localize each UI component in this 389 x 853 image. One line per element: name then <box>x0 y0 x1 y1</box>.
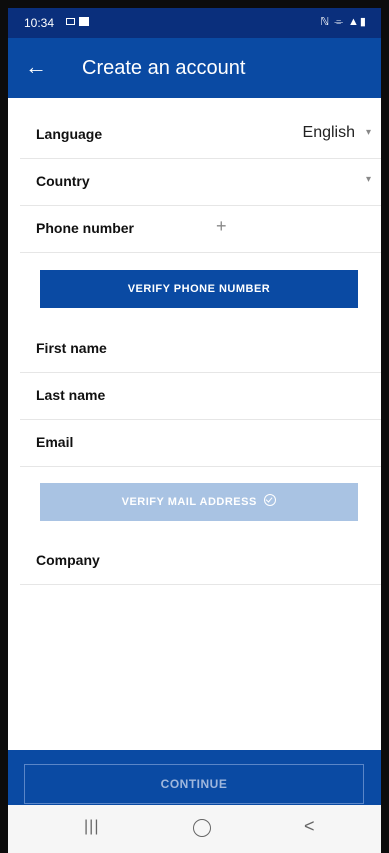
verify-phone-button[interactable]: VERIFY PHONE NUMBER <box>40 270 358 308</box>
chevron-down-icon: ▾ <box>365 174 371 185</box>
continue-button[interactable]: CONTINUE <box>24 764 364 804</box>
status-time: 10:34 <box>24 16 55 30</box>
back-arrow-icon[interactable]: ← <box>24 52 48 82</box>
status-bar: 10:34 ℕ ⌯ ▲▮ <box>8 8 381 38</box>
message-notification-icon <box>79 17 89 26</box>
language-value[interactable]: English <box>303 124 355 142</box>
email-label: Email <box>36 434 74 450</box>
language-field[interactable]: Language English ▾ <box>20 112 381 159</box>
home-icon[interactable] <box>193 819 211 837</box>
company-label: Company <box>36 552 100 568</box>
chevron-down-icon: ▾ <box>365 127 371 138</box>
country-field[interactable]: Country ▾ <box>20 159 381 206</box>
phone-label: Phone number <box>36 220 135 236</box>
company-field[interactable]: Company <box>20 538 381 585</box>
back-icon[interactable]: < <box>304 816 315 837</box>
last-name-label: Last name <box>36 387 106 403</box>
app-bar: ← Create an account <box>8 38 381 98</box>
country-label: Country <box>36 173 90 189</box>
recents-icon[interactable]: ||| <box>84 818 99 836</box>
screen: 10:34 ℕ ⌯ ▲▮ ← Create an account Languag… <box>8 8 381 853</box>
first-name-label: First name <box>36 340 107 356</box>
verify-mail-button[interactable]: VERIFY MAIL ADDRESS <box>40 483 358 521</box>
verify-mail-label: VERIFY MAIL ADDRESS <box>121 496 257 508</box>
phone-field[interactable]: Phone number + <box>20 206 381 253</box>
first-name-field[interactable]: First name <box>20 326 381 373</box>
page-title: Create an account <box>82 57 246 79</box>
system-navbar: ||| < <box>8 805 381 853</box>
footer: CONTINUE <box>8 750 381 805</box>
verify-phone-label: VERIFY PHONE NUMBER <box>127 283 271 295</box>
device-frame: 10:34 ℕ ⌯ ▲▮ ← Create an account Languag… <box>0 0 389 853</box>
language-label: Language <box>36 126 103 142</box>
signal-battery-icon: ℕ ⌯ ▲▮ <box>320 16 367 28</box>
email-field[interactable]: Email <box>20 420 381 467</box>
phone-prefix: + <box>216 216 227 236</box>
last-name-field[interactable]: Last name <box>20 373 381 420</box>
image-notification-icon <box>66 18 75 25</box>
check-circle-icon <box>264 494 277 506</box>
continue-label: CONTINUE <box>160 777 228 791</box>
